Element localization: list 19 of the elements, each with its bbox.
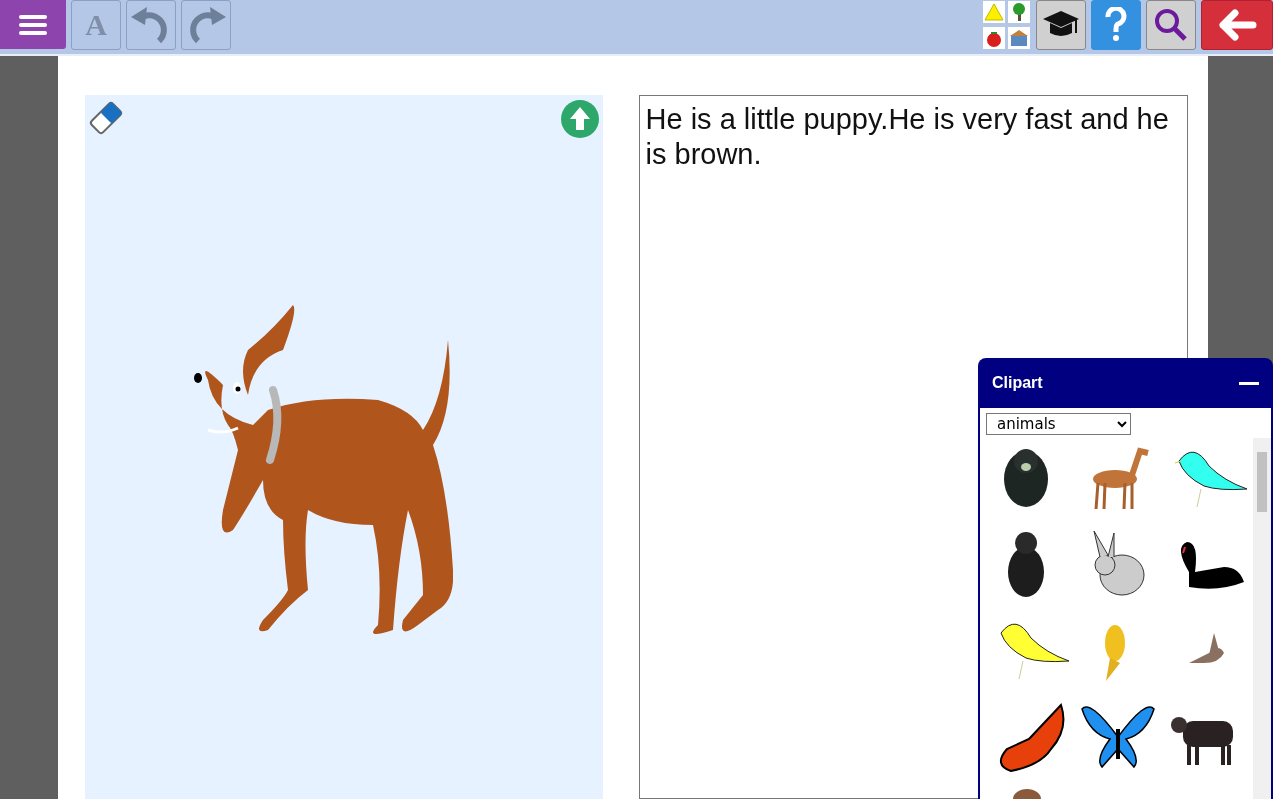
minimize-icon — [1239, 381, 1259, 385]
panel-title: Clipart — [992, 374, 1043, 392]
search-icon — [1153, 7, 1189, 43]
back-button[interactable] — [1201, 0, 1273, 50]
scrollbar[interactable] — [1253, 438, 1271, 799]
tomato-icon — [983, 26, 1005, 49]
category-dropdown[interactable]: animals — [986, 413, 1131, 435]
learn-button[interactable] — [1036, 0, 1086, 50]
house-icon — [1008, 26, 1030, 49]
question-mark-icon — [1105, 7, 1127, 43]
story-text[interactable]: He is a little puppy.He is very fast and he is brown. — [645, 102, 1171, 172]
menu-icon — [19, 13, 47, 36]
triangle-icon — [983, 1, 1005, 24]
symbols-button[interactable] — [982, 0, 1031, 50]
search-button[interactable] — [1146, 0, 1196, 50]
left-arrow-icon — [1217, 9, 1257, 41]
help-button[interactable] — [1091, 0, 1141, 50]
tree-icon — [1008, 1, 1030, 24]
menu-button[interactable] — [0, 0, 66, 49]
